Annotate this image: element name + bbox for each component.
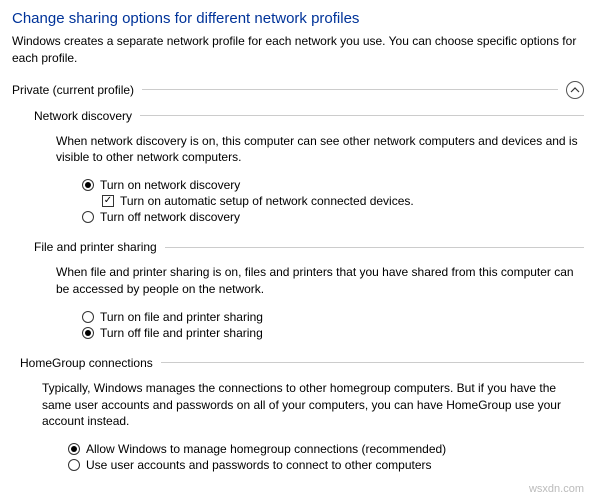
- divider: [140, 115, 584, 116]
- section-description: When network discovery is on, this compu…: [56, 133, 584, 167]
- radio-turn-on-network-discovery[interactable]: Turn on network discovery: [82, 178, 584, 192]
- radio-label: Allow Windows to manage homegroup connec…: [86, 442, 446, 456]
- page-subtitle: Windows creates a separate network profi…: [12, 33, 584, 67]
- section-header: File and printer sharing: [34, 240, 584, 254]
- radio-allow-windows-manage[interactable]: Allow Windows to manage homegroup connec…: [68, 442, 584, 456]
- radio-label: Turn on network discovery: [100, 178, 240, 192]
- profile-header[interactable]: Private (current profile): [12, 81, 584, 99]
- section-title-text: File and printer sharing: [34, 240, 157, 254]
- section-header: Network discovery: [34, 109, 584, 123]
- radio-use-user-accounts[interactable]: Use user accounts and passwords to conne…: [68, 458, 584, 472]
- watermark: wsxdn.com: [529, 483, 584, 495]
- radio-icon: [82, 179, 94, 191]
- section-title-text: HomeGroup connections: [20, 356, 153, 370]
- radio-turn-on-file-printer[interactable]: Turn on file and printer sharing: [82, 310, 584, 324]
- radio-icon: [82, 327, 94, 339]
- section-title-text: Network discovery: [34, 109, 132, 123]
- section-description: When file and printer sharing is on, fil…: [56, 264, 584, 298]
- option-group: Allow Windows to manage homegroup connec…: [68, 442, 584, 472]
- section-homegroup: HomeGroup connections Typically, Windows…: [20, 356, 584, 472]
- checkbox-label: Turn on automatic setup of network conne…: [120, 194, 414, 208]
- radio-label: Use user accounts and passwords to conne…: [86, 458, 432, 472]
- checkbox-automatic-setup[interactable]: Turn on automatic setup of network conne…: [102, 194, 584, 208]
- collapse-button[interactable]: [566, 81, 584, 99]
- section-description: Typically, Windows manages the connectio…: [42, 380, 584, 430]
- checkbox-icon: [102, 195, 114, 207]
- radio-icon: [82, 211, 94, 223]
- divider: [161, 362, 584, 363]
- section-header: HomeGroup connections: [20, 356, 584, 370]
- option-group: Turn on file and printer sharing Turn of…: [82, 310, 584, 340]
- radio-icon: [82, 311, 94, 323]
- radio-icon: [68, 459, 80, 471]
- page-title: Change sharing options for different net…: [12, 10, 584, 27]
- radio-turn-off-file-printer[interactable]: Turn off file and printer sharing: [82, 326, 584, 340]
- chevron-up-icon: [570, 87, 580, 93]
- section-file-printer-sharing: File and printer sharing When file and p…: [34, 240, 584, 340]
- divider: [165, 247, 584, 248]
- radio-label: Turn off file and printer sharing: [100, 326, 263, 340]
- option-group: Turn on network discovery Turn on automa…: [82, 178, 584, 224]
- radio-icon: [68, 443, 80, 455]
- radio-label: Turn off network discovery: [100, 210, 240, 224]
- radio-turn-off-network-discovery[interactable]: Turn off network discovery: [82, 210, 584, 224]
- profile-label: Private (current profile): [12, 83, 134, 97]
- radio-label: Turn on file and printer sharing: [100, 310, 263, 324]
- section-network-discovery: Network discovery When network discovery…: [34, 109, 584, 225]
- divider: [142, 89, 558, 90]
